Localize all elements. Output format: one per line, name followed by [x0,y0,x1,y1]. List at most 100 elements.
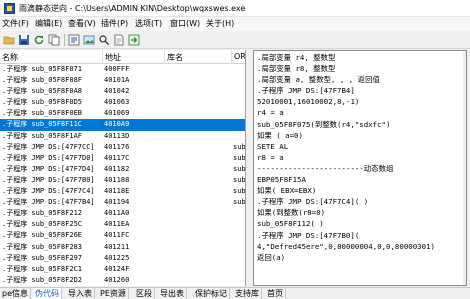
function-name: .子程序 JMP DS:[47F7D4] [2,164,95,173]
table-row[interactable]: .子程序 sub_05F8F11C 4010A9 [0,119,245,131]
table-row[interactable]: .子程序 JMP DS:[47F7B0] 401188 sub [0,175,246,186]
tab-bar: pe信息 伪代码 导入表 PE资源 区段 导出表 保护标记 支持库 首页 [0,287,470,299]
code-line: 52010001,16010002,8,-1) [257,97,360,107]
table-row[interactable]: .子程序 sub_05F8F297 401225 [0,253,245,264]
toolbar-separator [64,34,65,46]
function-extra: sub [233,142,246,151]
function-extra: sub [233,175,246,184]
vertical-scrollbar[interactable] [463,51,466,285]
function-name: .子程序 sub_05F8F283 [2,242,83,251]
column-divider[interactable] [164,50,165,64]
column-divider[interactable] [231,50,232,64]
column-divider[interactable] [102,50,103,64]
menu-plugin[interactable]: 插件(P) [101,18,128,29]
table-row[interactable]: .子程序 sub_05F8F08F 40101A [0,75,245,86]
tab-import-table[interactable]: 导入表 [66,288,95,299]
code-line: r8 = a [257,152,284,162]
table-row[interactable]: .子程序 sub_05F8F0EB 401069 [0,108,245,119]
code-line: 如果(到整数(r8=0) [257,208,326,218]
function-name: .子程序 sub_05F8F2D2 [2,275,83,284]
tab-pe-resources[interactable]: PE资源 [98,288,129,299]
pseudo-code-view[interactable]: .局部变量 r4, 整数型 .局部变量 r8, 整数型 .局部变量 a, 整数型, … [253,50,467,286]
export-icon[interactable] [68,34,80,46]
table-row[interactable]: .子程序 sub_05F8F26E 4011FC [0,230,245,241]
table-row[interactable]: .子程序 sub_05F8F2C1 40124F [0,264,245,275]
function-list[interactable]: 名称 地址 库名 OR .子程序 sub_05F8F071 400FFF .子程序 … [0,50,246,286]
list-header: 名称 地址 库名 OR [0,50,245,64]
menu-options[interactable]: 选项(T) [135,18,162,29]
refresh-icon[interactable] [33,34,45,46]
function-name: .子程序 JMP DS:[47F7C4] [2,187,95,196]
menu-edit[interactable]: 编辑(E) [35,18,62,29]
save-icon[interactable] [18,34,30,46]
search-icon[interactable] [98,34,110,46]
code-line: SETE AL [257,141,289,151]
function-name: .子程序 sub_05F8F0D5 [2,98,83,107]
function-address: 401182 [104,164,130,173]
code-line: 如果 ( a=0) [257,130,303,140]
table-row[interactable]: .子程序 sub_05F8F071 400FFF [0,64,245,75]
tab-home[interactable]: 首页 [265,288,286,299]
table-row[interactable]: .子程序 JMP DS:[47F7B4] 401194 sub [0,197,246,208]
function-name: .子程序 JMP DS:[47F7CC] [2,142,95,151]
menu-view[interactable]: 查看(V) [68,18,96,29]
function-name: .子程序 JMP DS:[47F7D0] [2,153,95,162]
table-row[interactable]: .子程序 sub_05F8F1AF 40113D [0,131,245,142]
copy-icon[interactable] [48,34,60,46]
function-extra: sub [233,153,246,162]
function-address: 401194 [104,198,130,207]
tab-pe-info[interactable]: pe信息 [0,288,31,299]
table-row[interactable]: .子程序 JMP DS:[47F7D0] 40117C sub [0,153,246,164]
function-extra: sub [233,164,246,173]
tab-protection-flags[interactable]: 保护标记 [193,288,230,299]
tab-export-table[interactable]: 导出表 [158,288,187,299]
column-header-address[interactable]: 地址 [105,52,121,63]
function-name: .子程序 sub_05F8F26E [2,231,83,240]
function-address: 401063 [104,98,130,107]
app-icon [4,3,15,14]
function-address: 40118E [104,187,130,196]
code-line: ------------------------动态数组 [257,163,394,173]
function-name: .子程序 JMP DS:[47F7B4] [2,198,95,207]
window-title: 雨滴静态逆向 - C:\Users\ADMIN KIN\Desktop\wqxs… [19,4,246,13]
function-address: 401188 [104,175,130,184]
table-row[interactable]: .子程序 sub_05F8F212 4011A0 [0,208,245,219]
function-name: .子程序 sub_05F8F0EB [2,109,83,118]
column-header-name[interactable]: 名称 [2,52,18,63]
function-name: .子程序 sub_05F8F297 [2,253,83,262]
tab-pseudo-code[interactable]: 伪代码 [33,288,62,299]
column-header-library[interactable]: 库名 [167,52,183,63]
table-row[interactable]: .子程序 sub_05F8F25C 4011EA [0,219,245,230]
code-line: .局部变量 a, 整数型, , , 返回值 [257,75,380,85]
table-row[interactable]: .子程序 JMP DS:[47F7C4] 40118E sub [0,186,245,197]
function-address: 401225 [104,253,130,262]
code-line: .子程序 JMP DS:[47F7C4]( ) [257,197,369,207]
function-extra: sub [233,198,246,207]
function-address: 401211 [104,242,130,251]
column-header-extra[interactable]: OR [234,52,245,61]
image-icon[interactable] [83,34,95,46]
function-address: 40117C [104,153,130,162]
document-icon[interactable] [113,34,125,46]
menu-file[interactable]: 文件(F) [2,18,29,29]
table-row[interactable]: .子程序 sub_05F8F0D5 401063 [0,97,245,108]
code-line: 如果( EBX=EBX) [257,186,317,196]
tab-support-libraries[interactable]: 支持库 [233,288,262,299]
function-name: .子程序 sub_05F8F071 [2,65,83,73]
function-name: .子程序 sub_05F8F0A8 [2,87,83,96]
menu-about[interactable]: 关于(H) [206,18,234,29]
table-row[interactable]: .子程序 sub_05F8F2D2 401260 [0,275,245,286]
function-name: .子程序 sub_05F8F08F [2,76,83,85]
function-address: 401176 [104,142,130,151]
code-line: 4,"Defred45ere",0,80000004,0,0,80000301) [257,241,435,251]
table-row[interactable]: .子程序 JMP DS:[47F7D4] 401182 sub [0,164,246,175]
table-row[interactable]: .子程序 sub_05F8F283 401211 [0,242,245,253]
open-icon[interactable] [3,34,15,46]
tab-sections[interactable]: 区段 [134,288,155,299]
jump-icon[interactable] [128,34,140,46]
menu-window[interactable]: 窗口(W) [170,18,200,29]
code-line: .局部变量 r4, 整数型 [257,53,336,62]
table-row[interactable]: .子程序 JMP DS:[47F7CC] 401176 sub [0,142,246,153]
table-row[interactable]: .子程序 sub_05F8F0A8 401042 [0,86,245,97]
function-address: 4010A9 [104,120,130,129]
